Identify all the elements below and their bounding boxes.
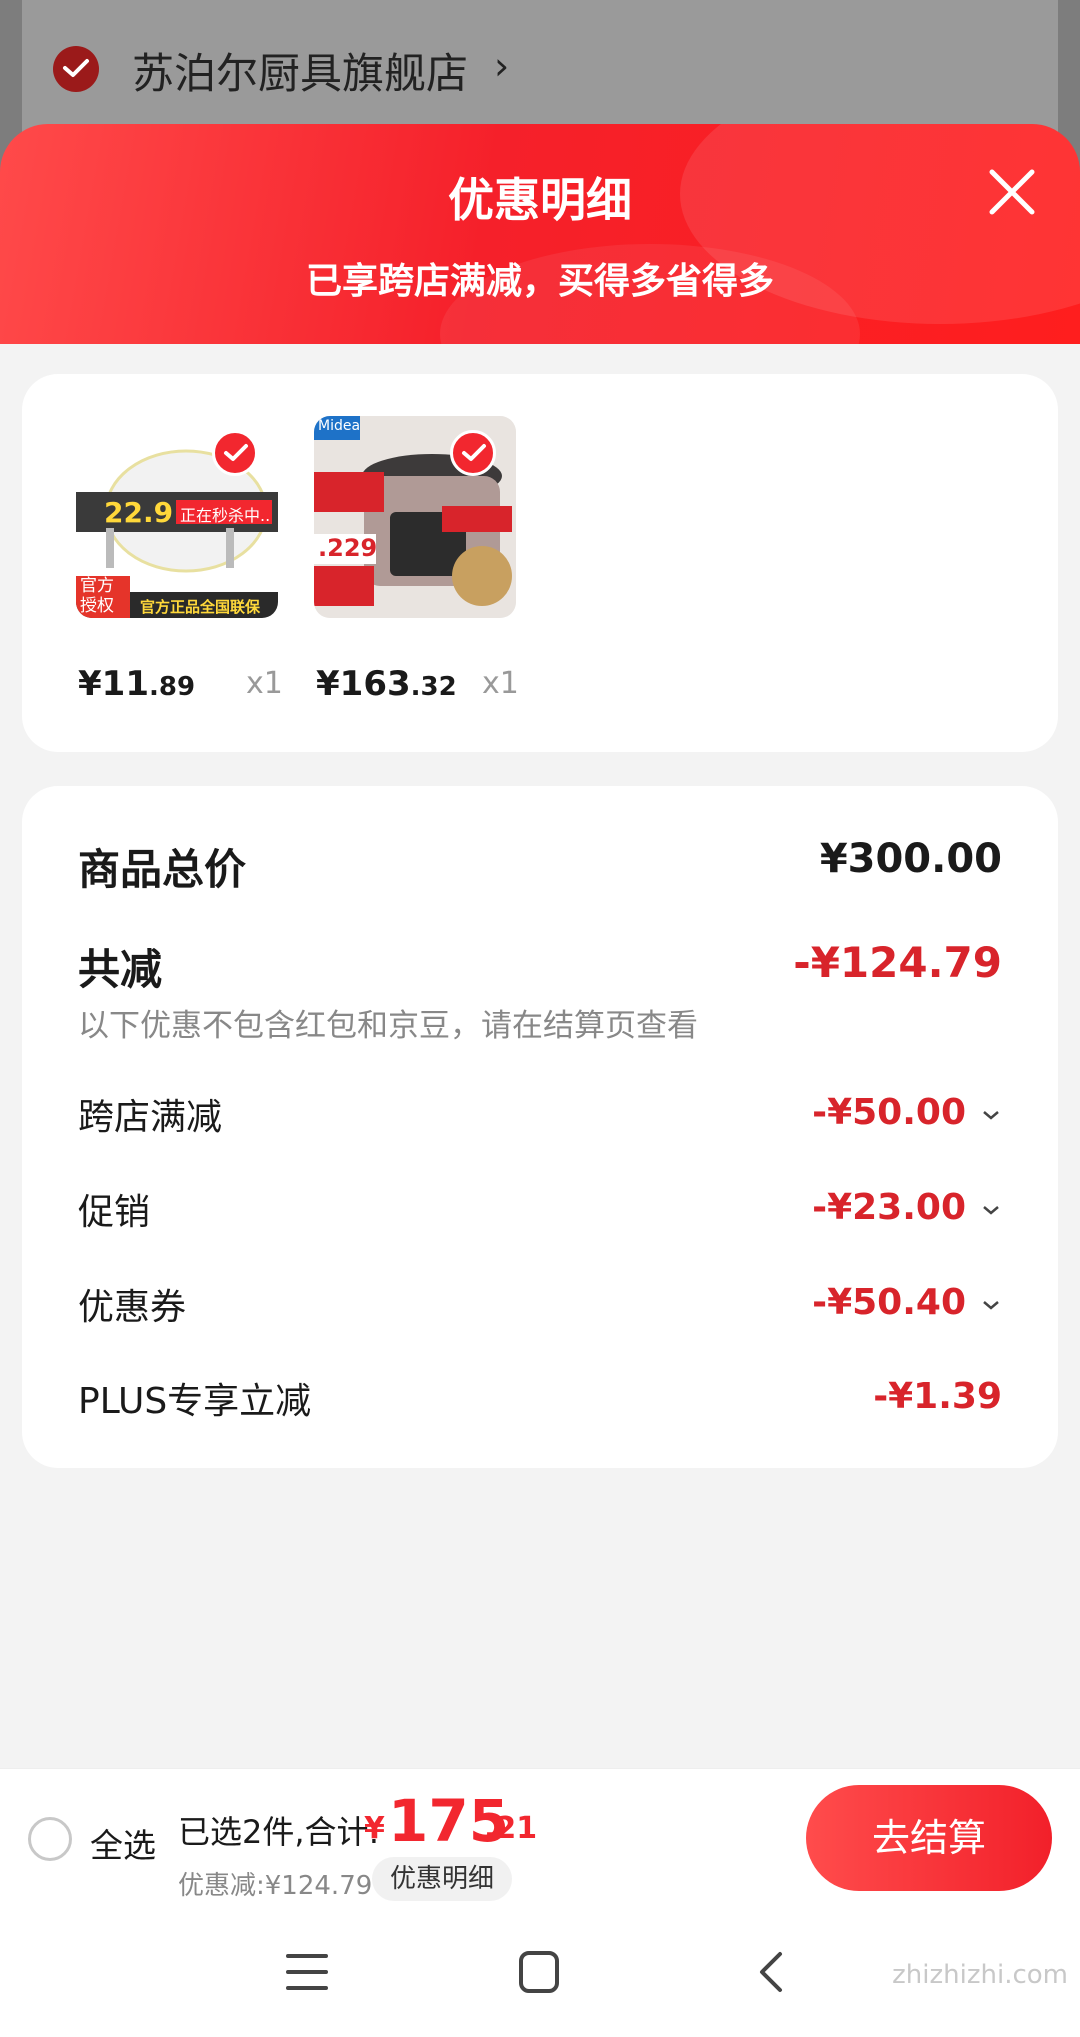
plus-discount-value: -¥1.39 xyxy=(873,1376,1002,1417)
watermark: zhizhizhi.com xyxy=(892,1960,1068,1990)
store-name[interactable]: 苏泊尔厨具旗舰店 xyxy=(132,40,468,101)
checkout-bar: 全选 已选2件,合计: ¥ 175 .21 优惠减:¥124.79 优惠明细 去… xyxy=(0,1768,1080,1910)
discount-amount-text: 优惠减:¥124.79 xyxy=(178,1871,373,1901)
promotion-value[interactable]: -¥23.00 xyxy=(812,1187,966,1228)
cross-store-discount-value[interactable]: -¥50.00 xyxy=(812,1092,966,1133)
item-price: ¥163.32 xyxy=(316,664,457,704)
promotion-label: 促销 xyxy=(78,1192,151,1233)
discount-note: 以下优惠不包含红包和京豆，请在结算页查看 xyxy=(78,1008,698,1044)
select-all-label[interactable]: 全选 xyxy=(90,1819,156,1867)
item-quantity: x1 xyxy=(246,666,283,701)
item-price: ¥11.89 xyxy=(78,664,196,704)
chevron-down-icon[interactable] xyxy=(980,1104,1002,1126)
thumb-brand-text: Midea xyxy=(318,418,361,434)
item-checked-icon[interactable] xyxy=(212,430,258,476)
discount-detail-button[interactable]: 优惠明细 xyxy=(372,1857,513,1901)
thumb-official-text: 官方授权 xyxy=(80,576,114,616)
total-price-value: ¥300.00 xyxy=(819,836,1002,882)
total-amount-decimal: .21 xyxy=(484,1811,538,1846)
back-icon[interactable] xyxy=(756,1950,786,1994)
system-nav-bar: zhizhizhi.com xyxy=(0,1910,1080,2037)
cross-store-discount-label: 跨店满减 xyxy=(78,1097,223,1138)
close-icon[interactable] xyxy=(986,166,1038,218)
selected-count-text: 已选2件,合计: xyxy=(178,1813,380,1851)
select-all-radio[interactable] xyxy=(28,1817,72,1861)
thumb-promo-text: 正在秒杀中.. xyxy=(180,506,271,525)
item-checked-icon[interactable] xyxy=(450,430,496,476)
chevron-down-icon[interactable] xyxy=(980,1199,1002,1221)
chevron-right-icon[interactable]: › xyxy=(494,44,509,88)
discount-detail-header: 优惠明细 已享跨店满减，买得多省得多 xyxy=(0,124,1080,344)
total-currency: ¥ xyxy=(364,1811,385,1846)
coupon-label: 优惠券 xyxy=(78,1287,187,1328)
panel-title: 优惠明细 xyxy=(448,173,632,227)
items-card: 22.9 正在秒杀中.. 官方授权 官方正品全国联保 ¥11.89 x1 Mid… xyxy=(22,374,1058,752)
thumb-slogan-text: 官方正品全国联保 xyxy=(140,598,261,616)
store-checked-icon[interactable] xyxy=(53,46,99,92)
thumb-price-text: .229 xyxy=(318,534,378,562)
total-discount-value: -¥124.79 xyxy=(793,938,1002,987)
plus-discount-label: PLUS专享立减 xyxy=(78,1381,312,1422)
menu-icon[interactable] xyxy=(286,1952,328,1992)
discount-summary-card: 商品总价 ¥300.00 共减 -¥124.79 以下优惠不包含红包和京豆，请在… xyxy=(22,786,1058,1468)
home-icon[interactable] xyxy=(518,1950,560,1994)
checkout-button[interactable]: 去结算 xyxy=(806,1785,1052,1891)
thumb-price-badge: 22.9 xyxy=(104,496,174,529)
total-discount-label: 共减 xyxy=(78,945,163,994)
panel-subtitle: 已享跨店满减，买得多省得多 xyxy=(305,261,774,302)
item-quantity: x1 xyxy=(482,666,519,701)
coupon-value[interactable]: -¥50.40 xyxy=(812,1282,966,1323)
total-price-label: 商品总价 xyxy=(78,845,247,894)
chevron-down-icon[interactable] xyxy=(980,1294,1002,1316)
